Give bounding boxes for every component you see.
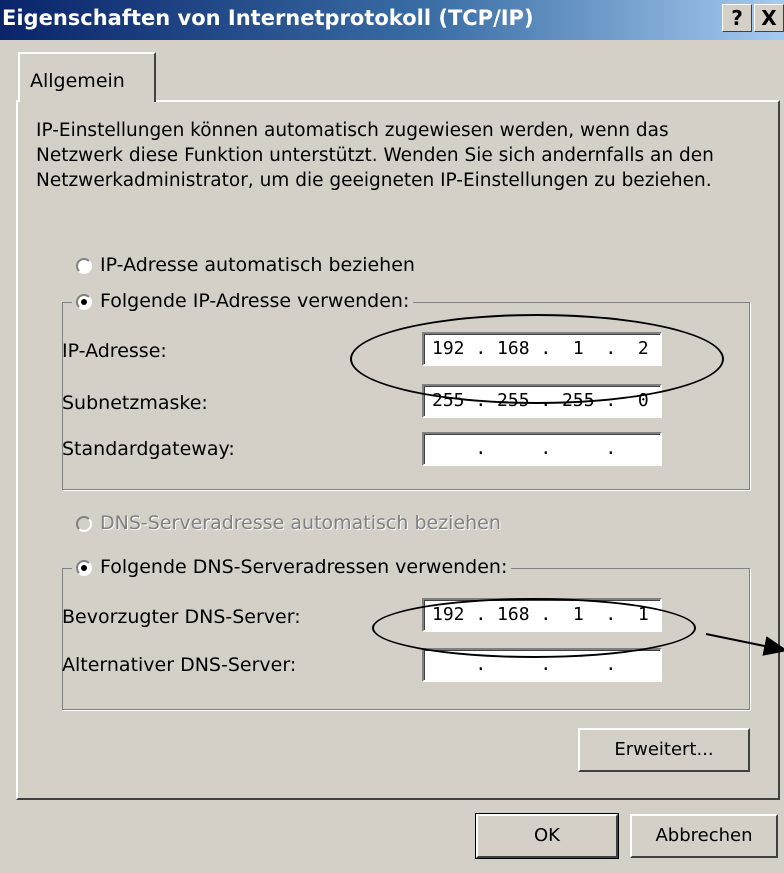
- advanced-button[interactable]: Erweitert...: [578, 728, 750, 772]
- annotation-ellipse-ip: [350, 314, 724, 404]
- radio-button-checked[interactable]: [76, 559, 92, 576]
- description-text: IP-Einstellungen können automatisch zuge…: [36, 120, 714, 191]
- radio-dns-auto[interactable]: DNS-Serveradresse automatisch beziehen: [76, 512, 501, 534]
- annotation-arrow: [705, 633, 784, 656]
- gateway-input[interactable]: . . .: [422, 432, 662, 466]
- cancel-button[interactable]: Abbrechen: [630, 814, 778, 858]
- alternate-dns-label: Alternativer DNS-Server:: [62, 654, 297, 676]
- help-button[interactable]: ?: [722, 4, 752, 32]
- tab-label: Allgemein: [30, 70, 125, 92]
- ok-button[interactable]: OK: [475, 813, 619, 859]
- ip-address-label: IP-Adresse:: [62, 340, 167, 362]
- radio-dns-auto-label: DNS-Serveradresse automatisch beziehen: [100, 512, 501, 534]
- title-bar: Eigenschaften von Internetprotokoll (TCP…: [0, 0, 784, 40]
- radio-ip-manual-label: Folgende IP-Adresse verwenden:: [100, 290, 410, 312]
- radio-button-checked[interactable]: [76, 293, 92, 310]
- gateway-label: Standardgateway:: [62, 438, 235, 460]
- radio-dns-manual[interactable]: Folgende DNS-Serveradressen verwenden:: [72, 556, 512, 578]
- radio-ip-auto-label: IP-Adresse automatisch beziehen: [100, 254, 415, 276]
- radio-ip-auto[interactable]: IP-Adresse automatisch beziehen: [76, 254, 415, 276]
- annotation-ellipse-dns: [372, 598, 696, 658]
- radio-button-disabled[interactable]: [76, 515, 92, 532]
- close-button[interactable]: X: [754, 4, 784, 32]
- tab-allgemein[interactable]: Allgemein: [18, 52, 156, 102]
- window-title: Eigenschaften von Internetprotokoll (TCP…: [2, 6, 534, 30]
- radio-ip-manual[interactable]: Folgende IP-Adresse verwenden:: [72, 290, 414, 312]
- radio-dns-manual-label: Folgende DNS-Serveradressen verwenden:: [100, 556, 508, 578]
- radio-button[interactable]: [76, 257, 92, 274]
- subnet-mask-label: Subnetzmaske:: [62, 392, 208, 414]
- preferred-dns-label: Bevorzugter DNS-Server:: [62, 606, 301, 628]
